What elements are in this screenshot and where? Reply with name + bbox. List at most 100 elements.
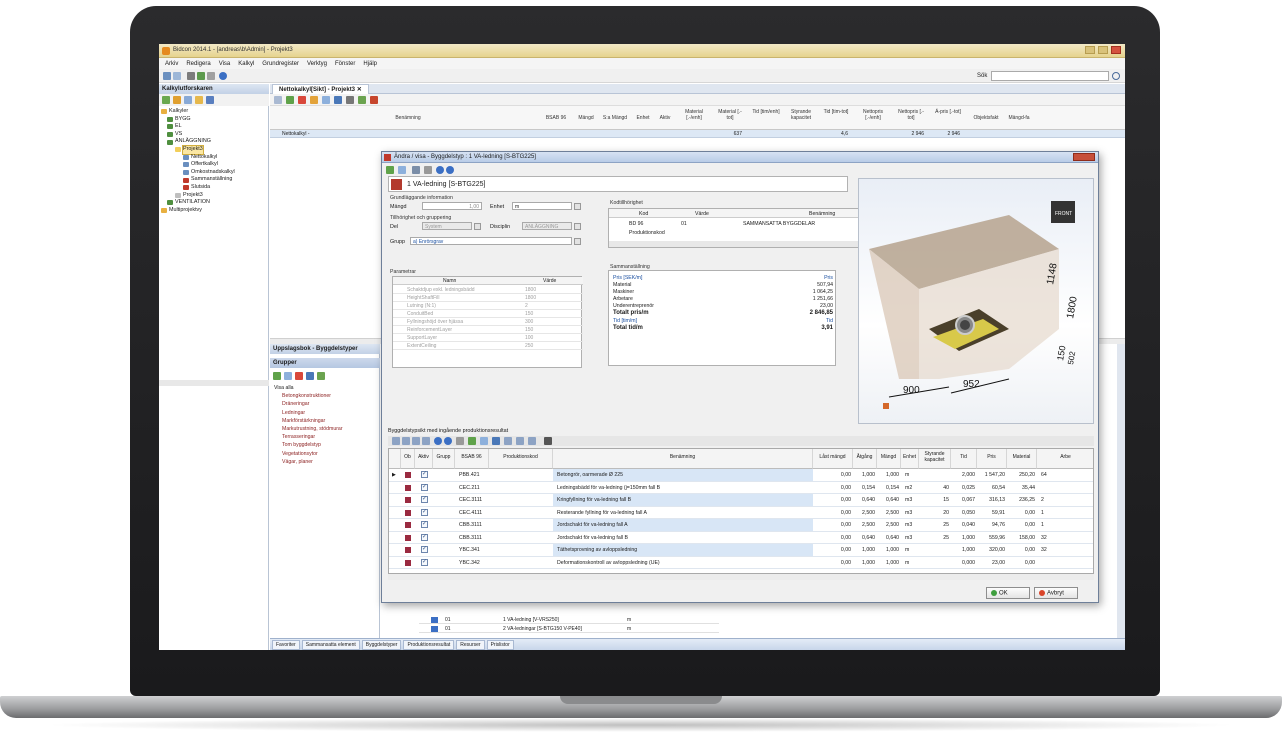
col-nettopris-tot[interactable]: Nettopris [.-tot] (896, 109, 926, 121)
param-value[interactable]: 1800 (525, 287, 536, 293)
pr-col-benamning[interactable]: Benämning (553, 449, 813, 469)
undo-icon[interactable] (424, 166, 432, 174)
group-item[interactable]: Visa alla (274, 384, 380, 392)
tree-item-anlaggning[interactable]: ANLÄGGNING (161, 138, 267, 146)
table-row[interactable]: SupportLayer 100 (393, 334, 583, 342)
group-item[interactable]: Markförstärkningar (274, 417, 380, 425)
table-row[interactable]: Schaktdjup exkl. ledningsbädd 1800 (393, 286, 583, 294)
new-icon[interactable] (163, 72, 171, 80)
param-value[interactable]: 250 (525, 343, 533, 349)
export-icon[interactable] (197, 72, 205, 80)
calc-settings-icon[interactable] (358, 96, 366, 104)
grupp-select[interactable]: a) Enrörsgrav (410, 237, 572, 245)
tree-item-projekt3-b[interactable]: Projekt3 (161, 192, 267, 200)
undo-icon[interactable] (346, 96, 354, 104)
table-row[interactable]: CEC.4111 Resterande fyllning för va-ledn… (389, 507, 1093, 519)
col-tid-tot[interactable]: Tid [tim-tot] (822, 109, 850, 115)
tree-item-el[interactable]: EL (161, 123, 267, 131)
minimize-icon[interactable] (1085, 46, 1095, 54)
maximize-icon[interactable] (1098, 46, 1108, 54)
tree-item-slutsida[interactable]: Slutsida (161, 184, 267, 192)
tree-item-omkostnadskalkyl[interactable]: Omkostnadskalkyl (161, 169, 267, 177)
tree-item-kalkyler[interactable]: Kalkyler (161, 108, 267, 116)
code-table-scrollbar[interactable] (609, 241, 859, 247)
back-icon[interactable] (434, 437, 442, 445)
col-sa-mangd[interactable]: S:a Mängd (600, 115, 630, 121)
pr-col-pris[interactable]: Pris (977, 449, 1007, 469)
col-enhet[interactable]: Enhet (634, 115, 652, 121)
del-select[interactable]: System (422, 222, 472, 230)
pr-col-enhet[interactable]: Enhet (901, 449, 919, 469)
table-row[interactable]: ▶ PBB.421 Betongrör, oarmerade Ø 225 0,0… (389, 469, 1093, 482)
explorer-scrollbar[interactable] (159, 380, 269, 386)
pr-col-arbete[interactable]: Arbe (1037, 449, 1093, 469)
table-row[interactable]: Nettokalkyl - 637 4,6 2 946 2 946 (270, 130, 1125, 138)
group-item[interactable]: Markutrustning, stödmurar (274, 425, 380, 433)
search-icon[interactable] (1112, 72, 1120, 80)
group-item[interactable]: Vegetationsytor (274, 450, 380, 458)
side-dock-strip[interactable] (1117, 344, 1125, 638)
tree-item-nettokalkyl[interactable]: Nettokalkyl (161, 154, 267, 162)
col-bsab[interactable]: BSAB 96 (542, 115, 570, 121)
tab-sammansatta[interactable]: Sammansatta element (301, 639, 360, 650)
preview-icon[interactable] (207, 72, 215, 80)
group-item[interactable]: Dräneringar (274, 400, 380, 408)
add-icon[interactable] (273, 372, 281, 380)
pr-col-bsab[interactable]: BSAB 96 (455, 449, 489, 469)
param-value[interactable]: 2 (525, 303, 528, 309)
find-icon[interactable] (334, 96, 342, 104)
columns-icon[interactable] (544, 437, 552, 445)
chevron-down-icon[interactable] (574, 223, 581, 230)
print-icon[interactable] (187, 72, 195, 80)
group-item[interactable]: Ledningar (274, 409, 380, 417)
pr-col-produktionskod[interactable]: Produktionskod (489, 449, 553, 469)
col-styrande-kap[interactable]: Styrande kapacitet (786, 109, 816, 121)
tree-item-projekt3[interactable]: Projekt3 (161, 145, 267, 155)
search-input[interactable] (991, 71, 1109, 81)
menu-arkiv[interactable]: Arkiv (165, 61, 178, 67)
browse-icon[interactable] (574, 238, 581, 245)
param-value[interactable]: 100 (525, 335, 533, 341)
refresh-icon[interactable] (306, 372, 314, 380)
menu-kalkyl[interactable]: Kalkyl (238, 61, 254, 67)
param-value[interactable]: 1800 (525, 295, 536, 301)
table-row[interactable]: YBC.342 Deformationskontroll av avloppsl… (389, 557, 1093, 569)
marker-icon[interactable] (370, 96, 378, 104)
forward-icon[interactable] (446, 166, 454, 174)
enhet-select[interactable]: m (512, 202, 572, 210)
table-row[interactable]: CBB.3111 Jordschakt för va-ledning fall … (389, 519, 1093, 532)
move-icon[interactable] (195, 96, 203, 104)
col-mangdfakt[interactable]: Mängd-fa (1004, 115, 1034, 121)
pr-col-atgang[interactable]: Åtgång (853, 449, 877, 469)
col-mangd[interactable]: Mängd (576, 115, 596, 121)
settings-icon[interactable] (317, 372, 325, 380)
table-row[interactable]: CEC.211 Ledningsbädd för va-ledning (j=1… (389, 482, 1093, 494)
menu-visa[interactable]: Visa (219, 61, 231, 67)
trench-3d-view[interactable]: FRONT 1148 1800 150 502 900 952 (858, 178, 1094, 424)
tab-favoriter[interactable]: Favoriter (272, 639, 300, 650)
table-row[interactable]: CBB.3111 Jordschakt för va-ledning fall … (389, 532, 1093, 544)
grid-icon[interactable] (528, 437, 536, 445)
pr-col-grupp[interactable]: Grupp (433, 449, 455, 469)
add-icon[interactable] (386, 166, 394, 174)
code-varde[interactable]: 01 (681, 221, 687, 227)
col-material-enh[interactable]: Material [.-/enh] (680, 109, 708, 121)
col-tid-enh[interactable]: Tid [tim/enh] (752, 109, 780, 115)
refresh-icon[interactable] (206, 96, 214, 104)
link-icon[interactable] (456, 437, 464, 445)
pr-col-last-mangd[interactable]: Låst mängd (813, 449, 853, 469)
mangd-input[interactable]: 1,00 (422, 202, 482, 210)
add-icon[interactable] (162, 96, 170, 104)
list-item[interactable]: 01 2 VA-ledningar [S-BTG150 V-PE40] m (419, 625, 719, 633)
tab-nettokalkyl[interactable]: Nettokalkyl[Sikt] - Projekt3 ✕ (272, 84, 369, 94)
tool-icon[interactable] (412, 437, 420, 445)
copy-icon[interactable] (184, 96, 192, 104)
aktiv-checkbox[interactable] (421, 533, 428, 541)
param-value[interactable]: 150 (525, 327, 533, 333)
tab-byggdelstyper[interactable]: Byggdelstyper (361, 639, 402, 650)
table-row[interactable]: ConduitBed 150 (393, 310, 583, 318)
aktiv-checkbox[interactable] (421, 470, 428, 478)
pr-grid-scrollbar[interactable] (388, 574, 1094, 580)
paste-icon[interactable] (322, 96, 330, 104)
edit-icon[interactable] (284, 372, 292, 380)
